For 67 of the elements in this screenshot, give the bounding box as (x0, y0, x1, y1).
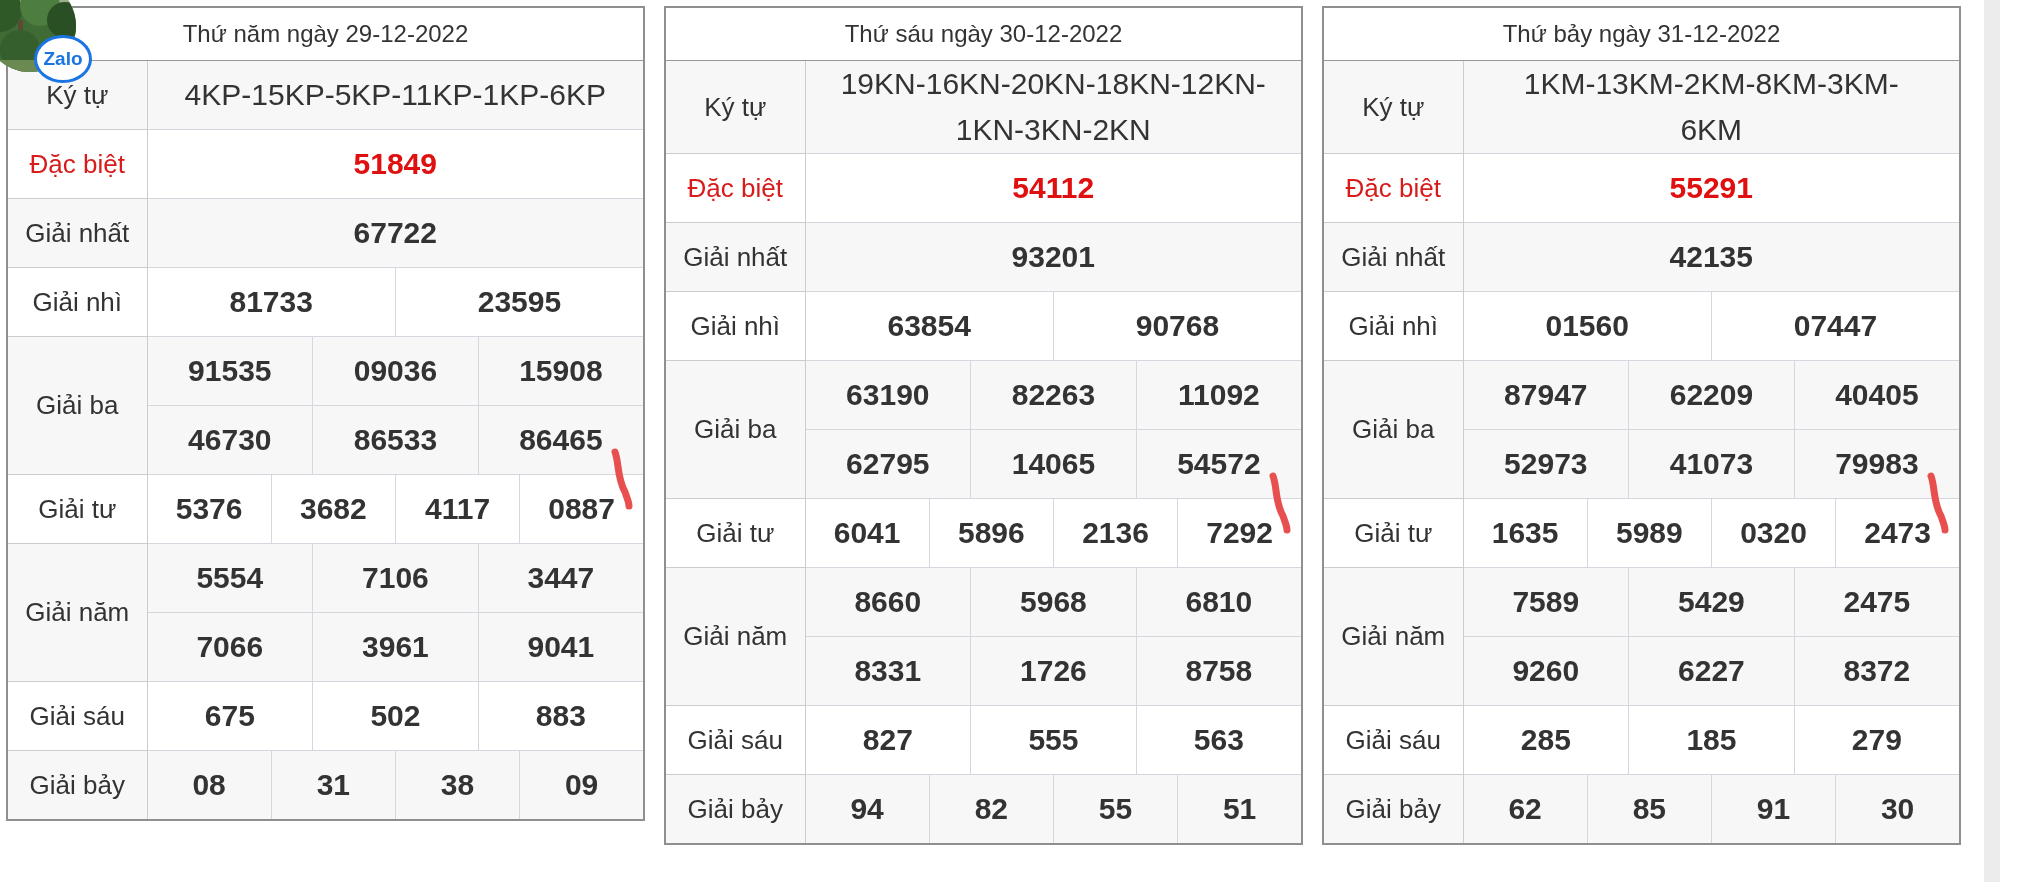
prize-label: Ký tự (665, 60, 805, 154)
number-cell: 2136 (1053, 498, 1178, 568)
number-cell: 1726 (970, 636, 1137, 706)
prize-label: Giải nhì (1323, 291, 1463, 361)
number-cell: 7589 (1463, 567, 1629, 637)
number-cell: 8331 (805, 636, 971, 706)
number-cell: 81733 (147, 267, 396, 337)
number-cell: 63190 (805, 360, 971, 430)
number-cell: 5989 (1587, 498, 1712, 568)
prize-label: Giải tư (665, 498, 805, 568)
prize-label: Giải năm (1323, 567, 1463, 706)
number-cell: 185 (1628, 705, 1795, 775)
number-cell: 675 (147, 681, 313, 751)
prize-label: Giải nhì (665, 291, 805, 361)
number-cell: 5896 (929, 498, 1054, 568)
number-cell: 62209 (1628, 360, 1795, 430)
prize-label: Giải sáu (665, 705, 805, 775)
prize-label: Giải nhì (7, 267, 147, 337)
number-cell: 7066 (147, 612, 313, 682)
number-cell: 14065 (970, 429, 1137, 499)
number-cell: 46730 (147, 405, 313, 475)
prize-label: Giải sáu (7, 681, 147, 751)
number-cell: 87947 (1463, 360, 1629, 430)
number-cell: 52973 (1463, 429, 1629, 499)
prize-label: Giải năm (665, 567, 805, 706)
prize-label: Giải nhất (7, 198, 147, 268)
prize-label: Đặc biệt (665, 153, 805, 223)
number-cell: 3682 (271, 474, 396, 544)
number-cell: 01560 (1463, 291, 1712, 361)
number-cell: 5968 (970, 567, 1137, 637)
number-cell: 5429 (1628, 567, 1795, 637)
number-cell: 41073 (1628, 429, 1795, 499)
number-cell: 6227 (1628, 636, 1795, 706)
number-cell: 63854 (805, 291, 1054, 361)
prize-label: Ký tự (1323, 60, 1463, 154)
number-cell: 5376 (147, 474, 272, 544)
number-cell: 91535 (147, 336, 313, 406)
number-cell: 82263 (970, 360, 1137, 430)
prize-label: Đặc biệt (7, 129, 147, 199)
number-cell: 6041 (805, 498, 930, 568)
number-cell: 502 (312, 681, 479, 751)
prize-label: Giải năm (7, 543, 147, 682)
number-cell: 827 (805, 705, 971, 775)
table-title: Thứ sáu ngày 30-12-2022 (665, 7, 1302, 61)
number-cell: 4117 (395, 474, 520, 544)
number-cell: 5554 (147, 543, 313, 613)
prize-label: Giải nhất (665, 222, 805, 292)
number-cell: 09036 (312, 336, 479, 406)
number-cell: 9260 (1463, 636, 1629, 706)
prize-label: Giải sáu (1323, 705, 1463, 775)
number-cell: 86533 (312, 405, 479, 475)
number-cell: 285 (1463, 705, 1629, 775)
table-title: Thứ bảy ngày 31-12-2022 (1323, 7, 1960, 61)
number-cell: 62795 (805, 429, 971, 499)
number-cell: 3961 (312, 612, 479, 682)
prize-label: Giải nhất (1323, 222, 1463, 292)
number-cell: 555 (970, 705, 1137, 775)
prize-label: Giải tư (1323, 498, 1463, 568)
number-cell: 0320 (1711, 498, 1836, 568)
prize-label: Giải ba (7, 336, 147, 475)
prize-label: Giải ba (1323, 360, 1463, 499)
number-cell: 1635 (1463, 498, 1588, 568)
prize-label: Đặc biệt (1323, 153, 1463, 223)
number-cell: 8660 (805, 567, 971, 637)
prize-label: Giải tư (7, 474, 147, 544)
prize-label: Giải ba (665, 360, 805, 499)
number-cell: 7106 (312, 543, 479, 613)
